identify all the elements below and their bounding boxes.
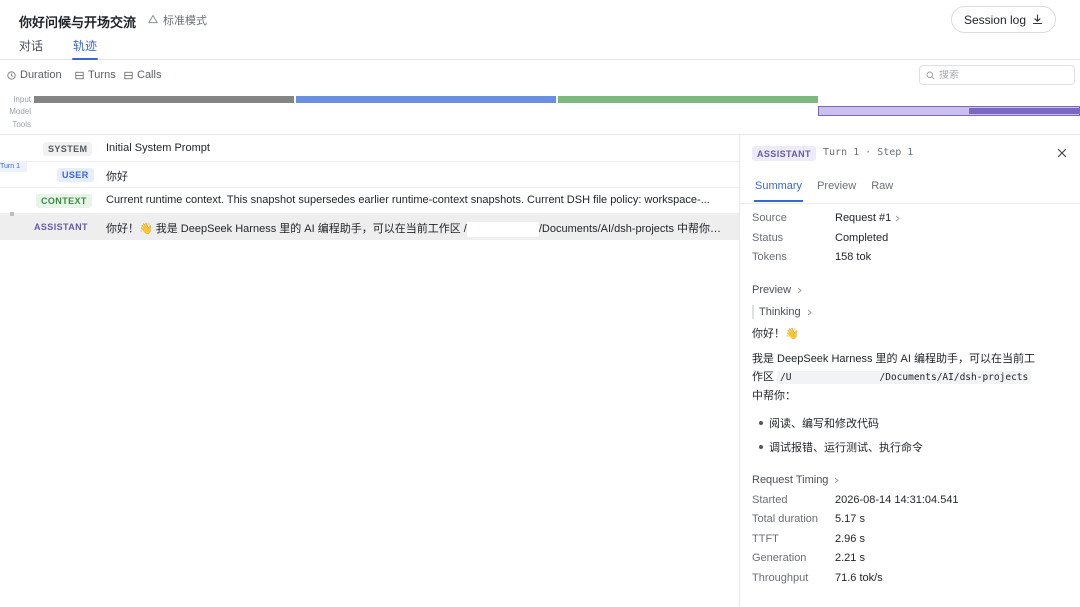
filter-duration[interactable]: Duration xyxy=(7,69,62,81)
source-value: Request #1 xyxy=(835,212,892,224)
bullet-dot xyxy=(759,445,763,449)
download-icon xyxy=(1032,14,1043,25)
preview-line-2-prefix: 作区 xyxy=(752,371,774,383)
list-item: 调试报错、运行测试、执行命令 xyxy=(759,439,923,455)
timeline-lane-model: Model xyxy=(9,107,31,116)
tokens-label: Tokens xyxy=(752,251,787,263)
recycle-icon xyxy=(148,15,158,24)
preview-body: 我是 DeepSeek Harness 里的 AI 编程助手，可以在当前工 作区… xyxy=(752,350,1072,405)
turn-label: Turn 1 xyxy=(0,161,27,172)
thinking-toggle[interactable]: Thinking xyxy=(752,305,813,319)
page-title: 你好问候与开场交流 xyxy=(19,15,137,30)
timeline-lane-input: Input xyxy=(13,95,31,104)
thinking-label: Thinking xyxy=(759,306,801,318)
role-badge-system: SYSTEM xyxy=(43,142,93,156)
search-box[interactable] xyxy=(919,65,1075,85)
preview-line-2: 作区 /U/Documents/AI/dsh-projects xyxy=(752,368,1072,387)
main-tabs: 对话 轨迹 xyxy=(19,37,99,60)
bullet-dot xyxy=(759,421,763,425)
chevron-right-icon xyxy=(807,309,812,315)
tokens-value: 158 tok xyxy=(835,251,872,263)
preview-greeting: 你好！👋 xyxy=(752,328,799,340)
panel-role-badge: ASSISTANT xyxy=(752,146,816,161)
panel-step: Turn 1 · Step 1 xyxy=(823,147,914,158)
mode-label: 标准模式 xyxy=(163,15,207,27)
timing-label: Generation xyxy=(752,552,807,564)
source-link[interactable]: Request #1 xyxy=(835,212,901,224)
preview-title: Preview xyxy=(752,284,792,296)
row-text: Initial System Prompt xyxy=(106,142,210,154)
search-input[interactable] xyxy=(939,69,1069,81)
preview-line-1: 我是 DeepSeek Harness 里的 AI 编程助手，可以在当前工 xyxy=(752,353,1036,365)
session-log-button[interactable]: Session log xyxy=(950,6,1056,33)
mode-indicator[interactable]: 标准模式 xyxy=(147,12,207,28)
table-row[interactable]: SYSTEM Initial System Prompt xyxy=(0,135,739,162)
timing-value: 2.21 s xyxy=(835,552,865,564)
timing-value: 2026-08-14 14:31:04.541 xyxy=(835,494,959,506)
timing-label: Throughput xyxy=(752,572,809,584)
role-badge-assistant: ASSISTANT xyxy=(34,222,88,232)
row-marker xyxy=(10,212,14,216)
redacted-path xyxy=(466,221,539,237)
row-text-before: 你好！👋 我是 DeepSeek Harness 里的 AI 编程助手，可以在当… xyxy=(106,223,467,235)
preview-path: /U/Documents/AI/dsh-projects xyxy=(777,371,1032,384)
source-label: Source xyxy=(752,212,787,224)
preview-section-toggle[interactable]: Preview xyxy=(752,284,803,296)
preview-path-start: /U xyxy=(780,372,792,383)
timeline-segment-input[interactable] xyxy=(34,96,294,103)
timing-value: 2.96 s xyxy=(835,533,865,545)
filter-turns-label: Turns xyxy=(88,69,116,81)
header: 你好问候与开场交流 标准模式 对话 轨迹 Session log xyxy=(0,0,1080,60)
role-badge-user: USER xyxy=(57,168,94,182)
timing-label: Total duration xyxy=(752,513,819,525)
close-icon[interactable] xyxy=(1057,148,1067,158)
row-text: Current runtime context. This snapshot s… xyxy=(106,194,710,206)
timeline-segment-tools[interactable] xyxy=(558,96,818,103)
row-text-after: /Documents/AI/dsh-projects 中帮你： ... xyxy=(538,223,731,235)
timing-title: Request Timing xyxy=(752,474,829,486)
list-icon xyxy=(75,71,84,79)
table-row-selected[interactable]: ASSISTANT 你好！👋 我是 DeepSeek Harness 里的 AI… xyxy=(0,213,739,240)
divider xyxy=(740,203,1080,204)
table-row[interactable]: CONTEXT Current runtime context. This sn… xyxy=(0,187,739,214)
search-icon xyxy=(926,71,935,80)
timing-section-toggle[interactable]: Request Timing xyxy=(752,474,840,486)
tab-trace[interactable]: 轨迹 xyxy=(72,37,99,60)
status-label: Status xyxy=(752,232,784,244)
chevron-right-icon xyxy=(895,215,900,221)
panel-tabs: Summary Preview Raw xyxy=(753,180,893,202)
clock-icon xyxy=(7,70,16,80)
timing-label: TTFT xyxy=(752,533,779,545)
row-text: 你好 xyxy=(106,171,128,183)
timeline-lane-tools: Tools xyxy=(12,120,31,129)
timing-value: 5.17 s xyxy=(835,513,865,525)
filter-duration-label: Duration xyxy=(20,69,62,81)
tab-conversation[interactable]: 对话 xyxy=(19,37,43,60)
tab-preview[interactable]: Preview xyxy=(817,180,856,202)
tab-summary[interactable]: Summary xyxy=(753,180,804,202)
preview-line-3: 中帮你： xyxy=(752,390,796,402)
filter-calls-label: Calls xyxy=(137,69,162,81)
timing-label: Started xyxy=(752,494,788,506)
tab-raw[interactable]: Raw xyxy=(871,180,893,202)
preview-path-end: /Documents/AI/dsh-projects xyxy=(879,372,1029,383)
filter-turns[interactable]: Turns xyxy=(75,69,116,81)
list-icon xyxy=(124,71,133,79)
session-log-label: Session log xyxy=(963,12,1026,27)
chevron-right-icon xyxy=(797,287,802,293)
timeline-segment-assistant-active xyxy=(969,108,1080,114)
bullet-text: 调试报错、运行测试、执行命令 xyxy=(769,442,923,454)
role-badge-context: CONTEXT xyxy=(36,194,92,208)
table-row[interactable]: USER 你好 xyxy=(0,161,739,188)
timing-value: 71.6 tok/s xyxy=(835,572,883,584)
chevron-right-icon xyxy=(835,477,840,483)
timeline-segment-model[interactable] xyxy=(296,96,556,103)
filter-bar: Duration Turns Calls xyxy=(0,61,1080,91)
filter-calls[interactable]: Calls xyxy=(124,69,161,81)
row-text: 你好！👋 我是 DeepSeek Harness 里的 AI 编程助手，可以在当… xyxy=(106,220,731,237)
bullet-text: 阅读、编写和修改代码 xyxy=(769,418,879,430)
status-value: Completed xyxy=(835,232,889,244)
detail-panel: ASSISTANT Turn 1 · Step 1 Summary Previe… xyxy=(739,135,1080,607)
list-item: 阅读、编写和修改代码 xyxy=(759,415,879,431)
